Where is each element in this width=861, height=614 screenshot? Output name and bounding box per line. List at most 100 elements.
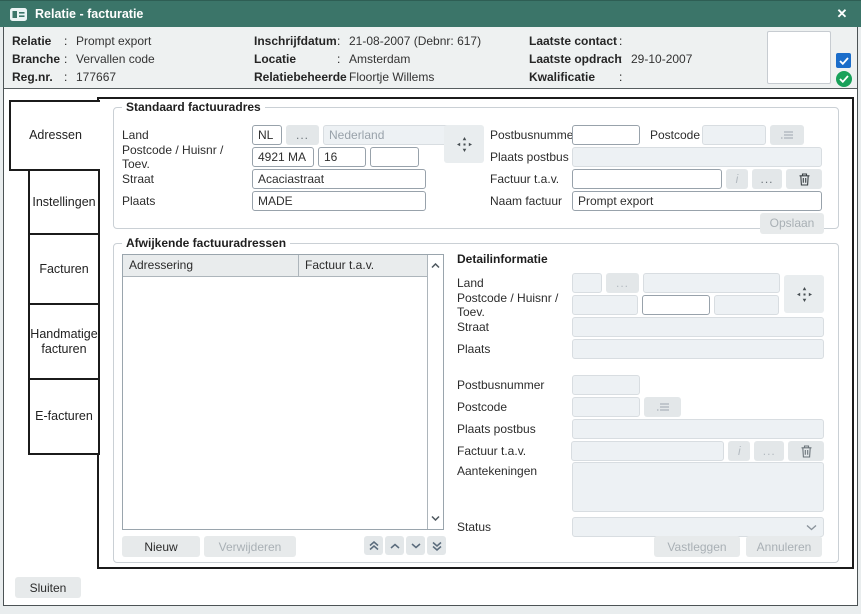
opslaan-button[interactable]: Opslaan — [760, 213, 824, 234]
colon: : — [64, 32, 76, 50]
postbusnummer-label: Postbusnummer — [457, 378, 572, 392]
trash-icon — [788, 441, 824, 461]
land-code-input[interactable] — [252, 125, 282, 145]
plaats-label: Plaats — [457, 342, 572, 356]
standaard-factuuradres-group: Standaard factuuradres Land ... Postcode… — [113, 107, 839, 229]
toevoeging-input[interactable] — [370, 147, 419, 167]
relation-photo-placeholder — [767, 31, 831, 84]
detail-straat-input — [572, 317, 824, 337]
header-column-3: Laatste contact: Laatste opdrach:29-10-2… — [529, 32, 692, 86]
move-down-icon[interactable] — [406, 536, 425, 555]
chevron-down-icon[interactable] — [428, 508, 443, 528]
chevron-up-icon[interactable] — [428, 256, 443, 276]
tab-handmatige-facturen[interactable]: Handmatige facturen — [28, 303, 100, 380]
plaats-postbus-label: Plaats postbus — [490, 150, 572, 164]
postbusnummer-label: Postbusnummer — [490, 128, 572, 142]
detail-huisnr-input[interactable] — [642, 295, 710, 315]
checked-checkbox-icon[interactable] — [836, 53, 851, 68]
standard-address-fields: Land ... Postcode / Huisnr / Toev. — [122, 124, 453, 212]
move-up-icon[interactable] — [385, 536, 404, 555]
column-header-factuur-tav[interactable]: Factuur t.a.v. — [299, 255, 427, 276]
postcode-list-icon — [644, 397, 681, 417]
colon: : — [619, 68, 631, 86]
tab-e-facturen[interactable]: E-facturen — [28, 378, 100, 455]
header-column-1: Relatie:Prompt export Branche:Vervallen … — [12, 32, 155, 86]
field-label: Inschrijfdatum — [254, 32, 337, 50]
factuur-tav-input[interactable] — [572, 169, 722, 189]
verwijderen-button[interactable]: Verwijderen — [204, 536, 296, 557]
move-first-icon[interactable] — [364, 536, 383, 555]
land-label: Land — [122, 128, 252, 142]
move-last-icon[interactable] — [427, 536, 446, 555]
field-value: Amsterdam — [349, 50, 410, 68]
detail-toevoeging-input — [714, 295, 779, 315]
factuur-tav-label: Factuur t.a.v. — [457, 444, 571, 458]
vastleggen-button[interactable]: Vastleggen — [654, 536, 740, 557]
nieuw-button[interactable]: Nieuw — [122, 536, 200, 557]
field-label: Laatste opdrach — [529, 50, 619, 68]
field-label: Relatiebeheerde — [254, 68, 337, 86]
table-scrollbar[interactable] — [427, 255, 443, 529]
detail-land-name-input — [643, 273, 780, 293]
field-label: Laatste contact — [529, 32, 619, 50]
plaats-label: Plaats — [122, 194, 252, 208]
group-title: Standaard factuuradres — [122, 100, 265, 114]
contact-card-icon — [10, 8, 27, 21]
close-icon[interactable]: ✕ — [833, 5, 851, 23]
detail-land-code-input — [572, 273, 602, 293]
postbusnummer-input[interactable] — [572, 125, 640, 145]
detail-map-move-button[interactable] — [784, 275, 824, 313]
status-label: Status — [457, 520, 572, 534]
aantekeningen-label: Aantekeningen — [457, 462, 572, 478]
check-circle-icon — [836, 71, 852, 87]
map-move-button[interactable] — [444, 125, 484, 163]
tab-label: Handmatige facturen — [30, 327, 97, 357]
factuuradressen-table: Adressering Factuur t.a.v. — [122, 254, 444, 530]
colon: : — [64, 68, 76, 86]
field-value: Vervallen code — [76, 50, 155, 68]
field-value: 21-08-2007 (Debnr: 617) — [349, 32, 481, 50]
detail-postbusnummer-input — [572, 375, 640, 395]
postcode-input[interactable] — [252, 147, 314, 167]
window-title: Relatie - facturatie — [35, 7, 143, 21]
standard-postbus-fields: Postbusnummer Postcode Plaats postbus — [490, 124, 824, 234]
window-body: Relatie:Prompt export Branche:Vervallen … — [3, 27, 858, 606]
field-label: Locatie — [254, 50, 337, 68]
info-icon: i — [726, 169, 748, 189]
postcode2-label: Postcode — [457, 400, 572, 414]
tab-label: Facturen — [39, 262, 88, 277]
detail-factuur-tav-input — [571, 441, 724, 461]
straat-input[interactable] — [252, 169, 426, 189]
huisnr-input[interactable] — [318, 147, 366, 167]
status-select — [572, 517, 824, 537]
window-titlebar: Relatie - facturatie ✕ — [0, 0, 861, 27]
annuleren-button[interactable]: Annuleren — [746, 536, 822, 557]
tab-facturen[interactable]: Facturen — [28, 233, 100, 305]
detail-plaats-postbus-input — [572, 419, 824, 439]
colon: : — [337, 50, 349, 68]
table-body[interactable] — [123, 277, 427, 529]
trash-icon[interactable] — [786, 169, 822, 189]
field-label: Kwalificatie — [529, 68, 619, 86]
factuur-tav-browse-button[interactable]: ... — [752, 169, 782, 189]
detail-factuur-tav-browse-button: ... — [754, 441, 784, 461]
tab-instellingen[interactable]: Instellingen — [28, 169, 100, 235]
plaats-input[interactable] — [252, 191, 426, 211]
naam-factuur-input[interactable] — [572, 191, 822, 211]
straat-label: Straat — [457, 320, 572, 334]
land-browse-button[interactable]: ... — [286, 125, 319, 145]
sluiten-button[interactable]: Sluiten — [15, 577, 81, 598]
tab-label: Adressen — [29, 128, 82, 143]
column-header-adressering[interactable]: Adressering — [123, 255, 299, 276]
land-name-input — [323, 125, 453, 145]
field-value: Prompt export — [76, 32, 151, 50]
tab-adressen[interactable]: Adressen — [9, 100, 100, 171]
postcode-list-icon — [770, 125, 804, 145]
detail-title: Detailinformatie — [457, 252, 824, 272]
field-value: Floortje Willems — [349, 68, 434, 86]
postcode2-input — [702, 125, 766, 145]
main-area: Adressen Instellingen Facturen Handmatig… — [4, 90, 857, 605]
postcode2-label: Postcode — [650, 128, 702, 142]
detail-postcode2-input — [572, 397, 640, 417]
relation-info-header: Relatie:Prompt export Branche:Vervallen … — [4, 27, 857, 89]
